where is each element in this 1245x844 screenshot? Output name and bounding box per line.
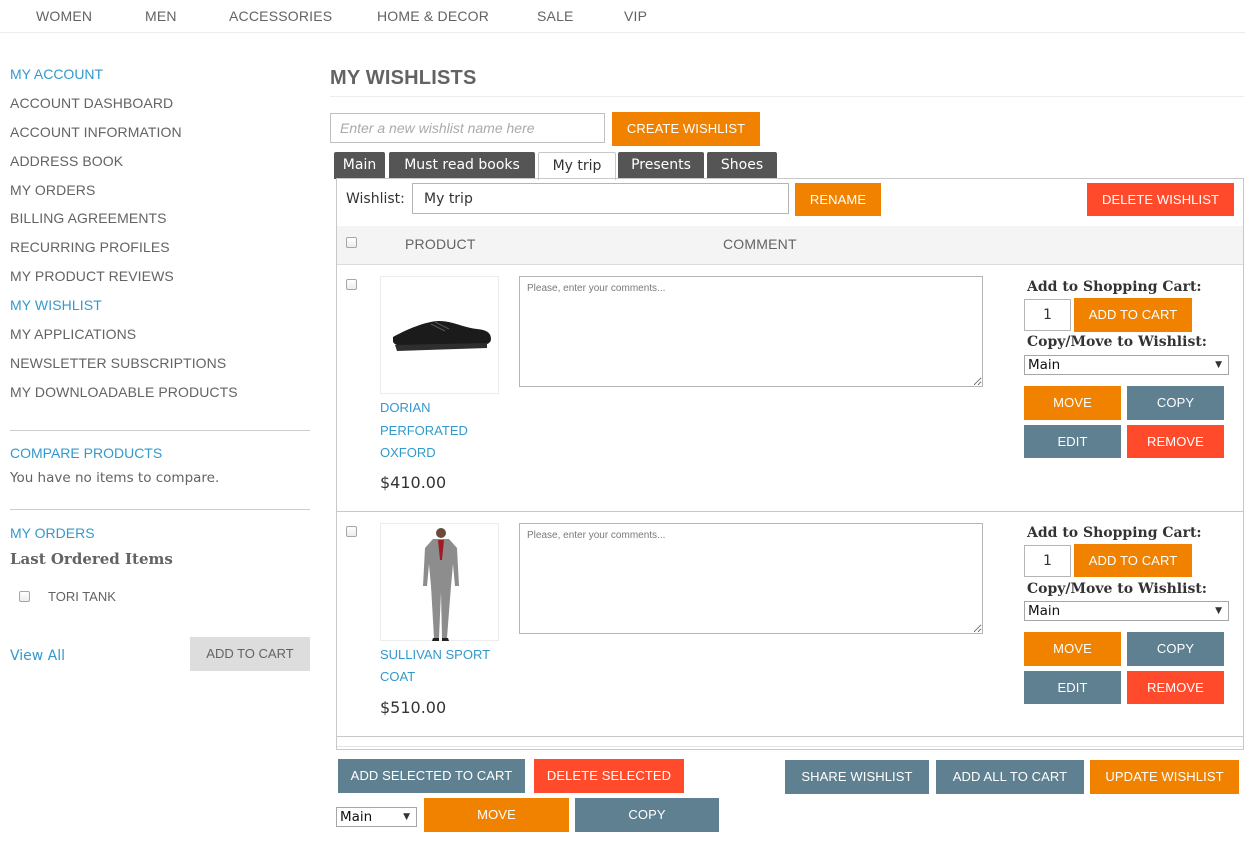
bulk-move-button[interactable]: MOVE [424, 798, 569, 832]
product-image[interactable] [380, 276, 499, 394]
move-button[interactable]: MOVE [1024, 632, 1121, 666]
nav-vip[interactable]: VIP [624, 8, 647, 24]
remove-button[interactable]: REMOVE [1127, 425, 1224, 458]
edit-button[interactable]: EDIT [1024, 671, 1121, 704]
create-wishlist-button[interactable]: CREATE WISHLIST [612, 112, 760, 146]
last-ordered-checkbox[interactable] [19, 591, 30, 602]
last-ordered-item-label: TORI TANK [48, 589, 116, 604]
target-wishlist-value: Main [1028, 603, 1061, 619]
sidebar-item-billing-agreements[interactable]: BILLING AGREEMENTS [10, 210, 167, 226]
wishlist-name-input[interactable] [412, 183, 789, 214]
delete-selected-button[interactable]: DELETE SELECTED [534, 759, 684, 793]
sidebar-item-address-book[interactable]: ADDRESS BOOK [10, 153, 123, 169]
add-selected-to-cart-button[interactable]: ADD SELECTED TO CART [338, 759, 525, 793]
sidebar-item-my-applications[interactable]: MY APPLICATIONS [10, 326, 136, 342]
delete-wishlist-button[interactable]: DELETE WISHLIST [1087, 183, 1234, 216]
product-name-line[interactable]: OXFORD [380, 441, 500, 464]
wishlist-name-label: Wishlist: [346, 191, 405, 207]
sidebar-add-to-cart-button[interactable]: ADD TO CART [190, 637, 310, 671]
sidebar-item-account-dashboard[interactable]: ACCOUNT DASHBOARD [10, 95, 173, 111]
col-product: PRODUCT [405, 236, 476, 252]
remove-button[interactable]: REMOVE [1127, 671, 1224, 704]
comment-field[interactable] [519, 276, 983, 387]
row-checkbox[interactable] [346, 279, 357, 290]
bulk-copy-button[interactable]: COPY [575, 798, 719, 832]
new-wishlist-input[interactable] [330, 113, 605, 143]
quantity-input[interactable] [1024, 545, 1071, 577]
add-to-cart-label: Add to Shopping Cart: [1027, 525, 1202, 541]
target-wishlist-value: Main [1028, 357, 1061, 373]
edit-button[interactable]: EDIT [1024, 425, 1121, 458]
target-wishlist-select[interactable]: Main ▼ [1024, 355, 1229, 375]
sidebar-item-product-reviews[interactable]: MY PRODUCT REVIEWS [10, 268, 174, 284]
compare-products-title[interactable]: COMPARE PRODUCTS [10, 445, 162, 461]
product-image[interactable] [380, 523, 499, 641]
bulk-target-value: Main [340, 809, 373, 825]
title-divider [330, 96, 1244, 97]
col-comment: COMMENT [723, 236, 797, 252]
sidebar-item-my-wishlist[interactable]: MY WISHLIST [10, 297, 102, 313]
top-nav: WOMEN MEN ACCESSORIES HOME & DECOR SALE … [0, 0, 1245, 33]
nav-women[interactable]: WOMEN [36, 8, 92, 24]
my-account-title[interactable]: MY ACCOUNT [10, 66, 103, 82]
add-to-cart-button[interactable]: ADD TO CART [1074, 298, 1192, 332]
divider [10, 430, 310, 431]
quantity-input[interactable] [1024, 299, 1071, 331]
nav-sale[interactable]: SALE [537, 8, 574, 24]
view-all-link[interactable]: View All [10, 648, 65, 664]
target-wishlist-select[interactable]: Main ▼ [1024, 601, 1229, 621]
bulk-target-select[interactable]: Main ▼ [336, 807, 417, 827]
chevron-down-icon: ▼ [1215, 606, 1222, 616]
chevron-down-icon: ▼ [403, 812, 410, 822]
copy-button[interactable]: COPY [1127, 386, 1224, 420]
chevron-down-icon: ▼ [1215, 360, 1222, 370]
nav-home-decor[interactable]: HOME & DECOR [377, 8, 489, 24]
share-wishlist-button[interactable]: SHARE WISHLIST [785, 760, 929, 794]
oxford-shoe-image [393, 321, 491, 351]
row-divider [337, 736, 1243, 737]
product-name-line[interactable]: DORIAN [380, 396, 500, 419]
tab-my-trip[interactable]: My trip [538, 152, 616, 180]
add-to-cart-label: Add to Shopping Cart: [1027, 279, 1202, 295]
add-to-cart-button[interactable]: ADD TO CART [1074, 544, 1192, 577]
product-name-line[interactable]: SULLIVAN SPORT [380, 643, 500, 666]
product-name-line[interactable]: PERFORATED [380, 419, 500, 442]
sidebar-item-my-orders[interactable]: MY ORDERS [10, 182, 95, 198]
row-divider [337, 746, 1243, 747]
tab-main[interactable]: Main [334, 152, 385, 179]
tab-presents[interactable]: Presents [618, 152, 704, 179]
product-price: $410.00 [380, 473, 447, 492]
divider [10, 509, 310, 510]
copy-button[interactable]: COPY [1127, 632, 1224, 666]
sport-coat-image [423, 528, 459, 641]
nav-men[interactable]: MEN [145, 8, 177, 24]
product-price: $510.00 [380, 698, 447, 717]
sidebar-item-recurring-profiles[interactable]: RECURRING PROFILES [10, 239, 170, 255]
page-title: MY WISHLISTS [330, 67, 477, 89]
add-all-to-cart-button[interactable]: ADD ALL TO CART [936, 760, 1084, 794]
copy-move-label: Copy/Move to Wishlist: [1027, 581, 1207, 597]
sidebar-item-downloadable[interactable]: MY DOWNLOADABLE PRODUCTS [10, 384, 238, 400]
last-ordered-title: Last Ordered Items [10, 550, 173, 568]
row-checkbox[interactable] [346, 526, 357, 537]
select-all-checkbox[interactable] [346, 237, 357, 248]
sidebar-item-account-information[interactable]: ACCOUNT INFORMATION [10, 124, 182, 140]
table-header: PRODUCT COMMENT [337, 226, 1243, 265]
nav-accessories[interactable]: ACCESSORIES [229, 8, 332, 24]
comment-field[interactable] [519, 523, 983, 634]
sidebar-item-newsletter[interactable]: NEWSLETTER SUBSCRIPTIONS [10, 355, 226, 371]
product-name-line[interactable]: COAT [380, 665, 500, 688]
move-button[interactable]: MOVE [1024, 386, 1121, 420]
compare-empty-text: You have no items to compare. [10, 470, 220, 486]
my-orders-title[interactable]: MY ORDERS [10, 525, 95, 541]
rename-button[interactable]: RENAME [795, 183, 881, 216]
copy-move-label: Copy/Move to Wishlist: [1027, 334, 1207, 350]
tab-must-read-books[interactable]: Must read books [389, 152, 535, 179]
tab-shoes[interactable]: Shoes [707, 152, 777, 179]
row-divider [337, 511, 1243, 512]
update-wishlist-button[interactable]: UPDATE WISHLIST [1090, 760, 1239, 794]
